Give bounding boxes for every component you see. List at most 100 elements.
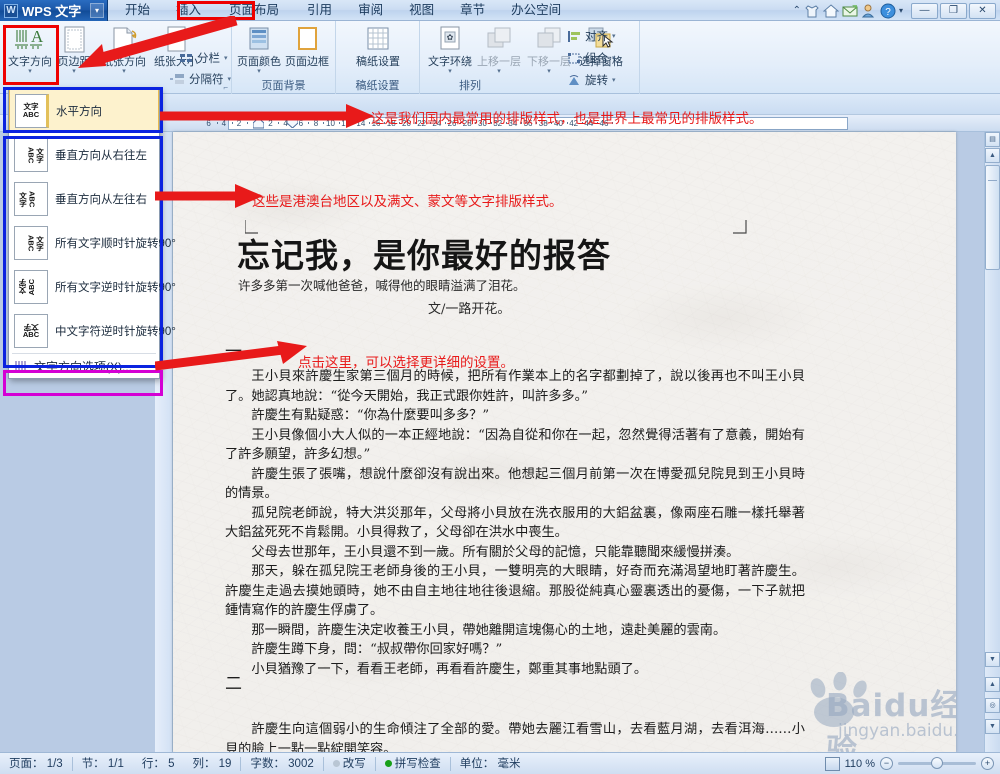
group-label: 组合 [585,53,608,65]
close-button[interactable]: ✕ [969,2,996,19]
cjk-rotate-ccw-90-icon: 文字 ABC [14,314,48,348]
menu-option-rotate-cw-90[interactable]: 文字 ABC 所有文字顺时针旋转90° [9,221,176,265]
menu-item-review[interactable]: 审阅 [345,0,396,21]
help-icon[interactable]: ? [880,3,896,19]
chevron-down-icon-2[interactable]: ▾ [899,6,903,15]
page-color-button[interactable]: 页面颜色 ▾ [234,25,284,75]
next-page-button[interactable]: ▼ [985,719,1000,734]
menu-option-cjk-rotate-ccw-90-label: 中文字符逆时针旋转90° [55,326,176,338]
paragraph: 孤兒院老師說，特大洪災那年，父母將小貝放在洗衣服用的大鋁盆裏，像兩座石雕一樣托舉… [225,505,805,541]
group-label-arrange: 排列 [459,80,481,92]
menu-option-vertical-rtl-label: 垂直方向从右往左 [55,150,147,162]
menu-option-vertical-ltr-label: 垂直方向从左往右 [55,194,147,206]
zoom-slider-thumb[interactable] [931,757,943,769]
minimize-button[interactable]: — [911,2,938,19]
menu-item-chapter[interactable]: 章节 [447,0,498,21]
menu-option-vertical-rtl[interactable]: 文字 ABC 垂直方向从右往左 [9,133,159,177]
menu-option-text-direction-options[interactable]: 文字方向选项(X)... [9,354,159,378]
document-title: 忘记我，是你最好的报答 [237,236,611,275]
paragraph: 許慶生有點疑惑：“你為什麼要叫多多？” [251,408,490,423]
zoom-level-label[interactable]: 110 % [845,758,875,770]
ribbon-group-arrange: ✿ 文字环绕 ▾ 上移一层 ▾ 下移一层 ▾ 选择窗格 对齐 ▾ 组合 ▾ 旋转… [420,21,640,94]
glyph-top: 文字 [18,191,28,207]
annotation-text-1: 这是我们国内最常用的排版样式，也是世界上最常见的排版样式。 [371,111,763,127]
user-icon[interactable] [861,3,877,19]
svg-text:?: ? [885,7,891,18]
watermark-url: jingyan.baidu.com [838,721,956,741]
chevron-down-icon[interactable]: ▾ [228,76,232,83]
page-border-button[interactable]: 页面边框 [282,25,332,68]
glyph-top: 文字 [35,235,45,251]
align-icon [568,30,580,42]
home-icon[interactable] [822,3,840,19]
arrow-to-annotation-3 [155,341,307,371]
chevron-down-icon[interactable]: ▾ [612,77,616,84]
vertical-scrollbar[interactable]: ▤ ▲ ▼ ▲ ◎ ▼ [984,132,1000,752]
rotate-label: 旋转 [585,75,608,87]
page-border-icon [290,25,324,55]
paragraph: 王小貝像個小大人似的一本正經地說：“因為自從和你在一起，忽然覺得活著有了意義，開… [225,427,805,463]
text-wrap-label: 文字环绕 [428,56,472,68]
section-mark-2: 二 [225,674,242,694]
chevron-down-icon[interactable]: ▾ [612,55,616,62]
maximize-button[interactable]: ❐ [940,2,967,19]
status-bar: 页面： 1/3 节： 1/1 行： 5 列： 19 字数： 3002 改写 拼写… [0,752,1000,774]
collapse-ribbon-icon[interactable]: ⌃ [793,5,801,16]
chevron-down-icon[interactable]: ▾ [424,68,476,75]
chevron-down-icon[interactable]: ▾ [234,68,284,75]
align-button[interactable]: 对齐 ▾ [568,28,616,44]
grid-paper-icon [361,25,395,55]
chevron-down-icon[interactable]: ▾ [612,33,616,40]
menu-item-office-space[interactable]: 办公空间 [498,0,574,21]
grid-paper-label: 稿纸设置 [356,56,400,68]
vertical-rtl-icon: 文字 ABC [14,138,48,172]
text-wrap-button[interactable]: ✿ 文字环绕 ▾ [424,25,476,75]
scroll-split-icon[interactable]: ▤ [985,132,1000,147]
menu-option-horizontal-label: 水平方向 [56,106,102,118]
wps-logo-icon: W [4,3,18,18]
zoom-out-button[interactable]: − [880,757,893,770]
bring-forward-button[interactable]: 上移一层 ▾ [473,25,525,75]
status-page[interactable]: 页面： 1/3 [0,753,72,774]
send-backward-icon [532,25,566,55]
zoom-slider-track[interactable] [898,757,976,769]
mail-icon[interactable] [842,3,858,19]
select-browse-object-button[interactable]: ◎ [985,698,1000,713]
menu-item-reference[interactable]: 引用 [294,0,345,21]
glyph-top: 文字 [35,147,45,163]
document-page[interactable]: 忘记我，是你最好的报答 许多多第一次喊他爸爸，喊得他的眼睛溢满了泪花。 文/一路… [173,132,956,752]
status-row[interactable]: 行： 5 [133,753,184,774]
menu-item-view[interactable]: 视图 [396,0,447,21]
view-mode-icon[interactable] [824,756,840,771]
menu-option-vertical-ltr[interactable]: 文字 ABC 垂直方向从左往右 [9,177,159,221]
titlebar-tools: ⌃ ? ▾ — ❐ ✕ [793,0,996,21]
paragraph: 許慶生張了張嘴，想說什麼卻沒有說出來。他想起三個月前第一次在博愛孤兒院見到王小貝… [225,466,805,502]
status-spellcheck-toggle[interactable]: 拼写检查 [376,753,450,774]
status-overwrite-toggle[interactable]: 改写 [324,753,375,774]
page-setup-dialog-launcher[interactable]: ⌐ [223,83,228,92]
group-button[interactable]: 组合 ▾ [568,50,616,66]
zoom-in-button[interactable]: + [981,757,994,770]
status-col[interactable]: 列： 19 [183,753,240,774]
overwrite-indicator-icon [332,759,340,767]
status-unit[interactable]: 单位： 毫米 [451,753,530,774]
glyph-bottom: ABC [26,234,36,252]
shirt-icon[interactable] [804,3,820,19]
chevron-down-icon[interactable]: ▾ [473,68,525,75]
arrow-to-annotation-1 [160,104,374,128]
menu-option-cjk-rotate-ccw-90[interactable]: 文字 ABC 中文字符逆时针旋转90° [9,309,176,353]
status-word-count[interactable]: 字数： 3002 [241,753,322,774]
arrow-to-text-direction-button [78,16,238,68]
menu-option-horizontal[interactable]: 文字 ABC 水平方向 [9,89,159,133]
scroll-up-button[interactable]: ▲ [985,148,1000,163]
paragraph: 許慶生向這個弱小的生命傾注了全部的愛。帶她去麗江看雪山，去看藍月湖，去看洱海……… [225,722,805,752]
glyph-top: 文字 [17,279,27,295]
prev-page-button[interactable]: ▲ [985,677,1000,692]
menu-option-rotate-ccw-90[interactable]: 文字 ABC 所有文字逆时针旋转90° [9,265,176,309]
text-direction-dropdown[interactable]: 文字 ABC 水平方向 文字 ABC 垂直方向从右往左 文字 ABC 垂直方向从… [8,88,176,379]
watermark: Baidu经验 jingyan.baidu.com [798,671,956,752]
status-section[interactable]: 节： 1/1 [73,753,133,774]
grid-paper-button[interactable]: 稿纸设置 [352,25,404,68]
document-subtitle: 许多多第一次喊他爸爸，喊得他的眼睛溢满了泪花。 [238,278,526,293]
scroll-down-button[interactable]: ▼ [985,652,1000,667]
